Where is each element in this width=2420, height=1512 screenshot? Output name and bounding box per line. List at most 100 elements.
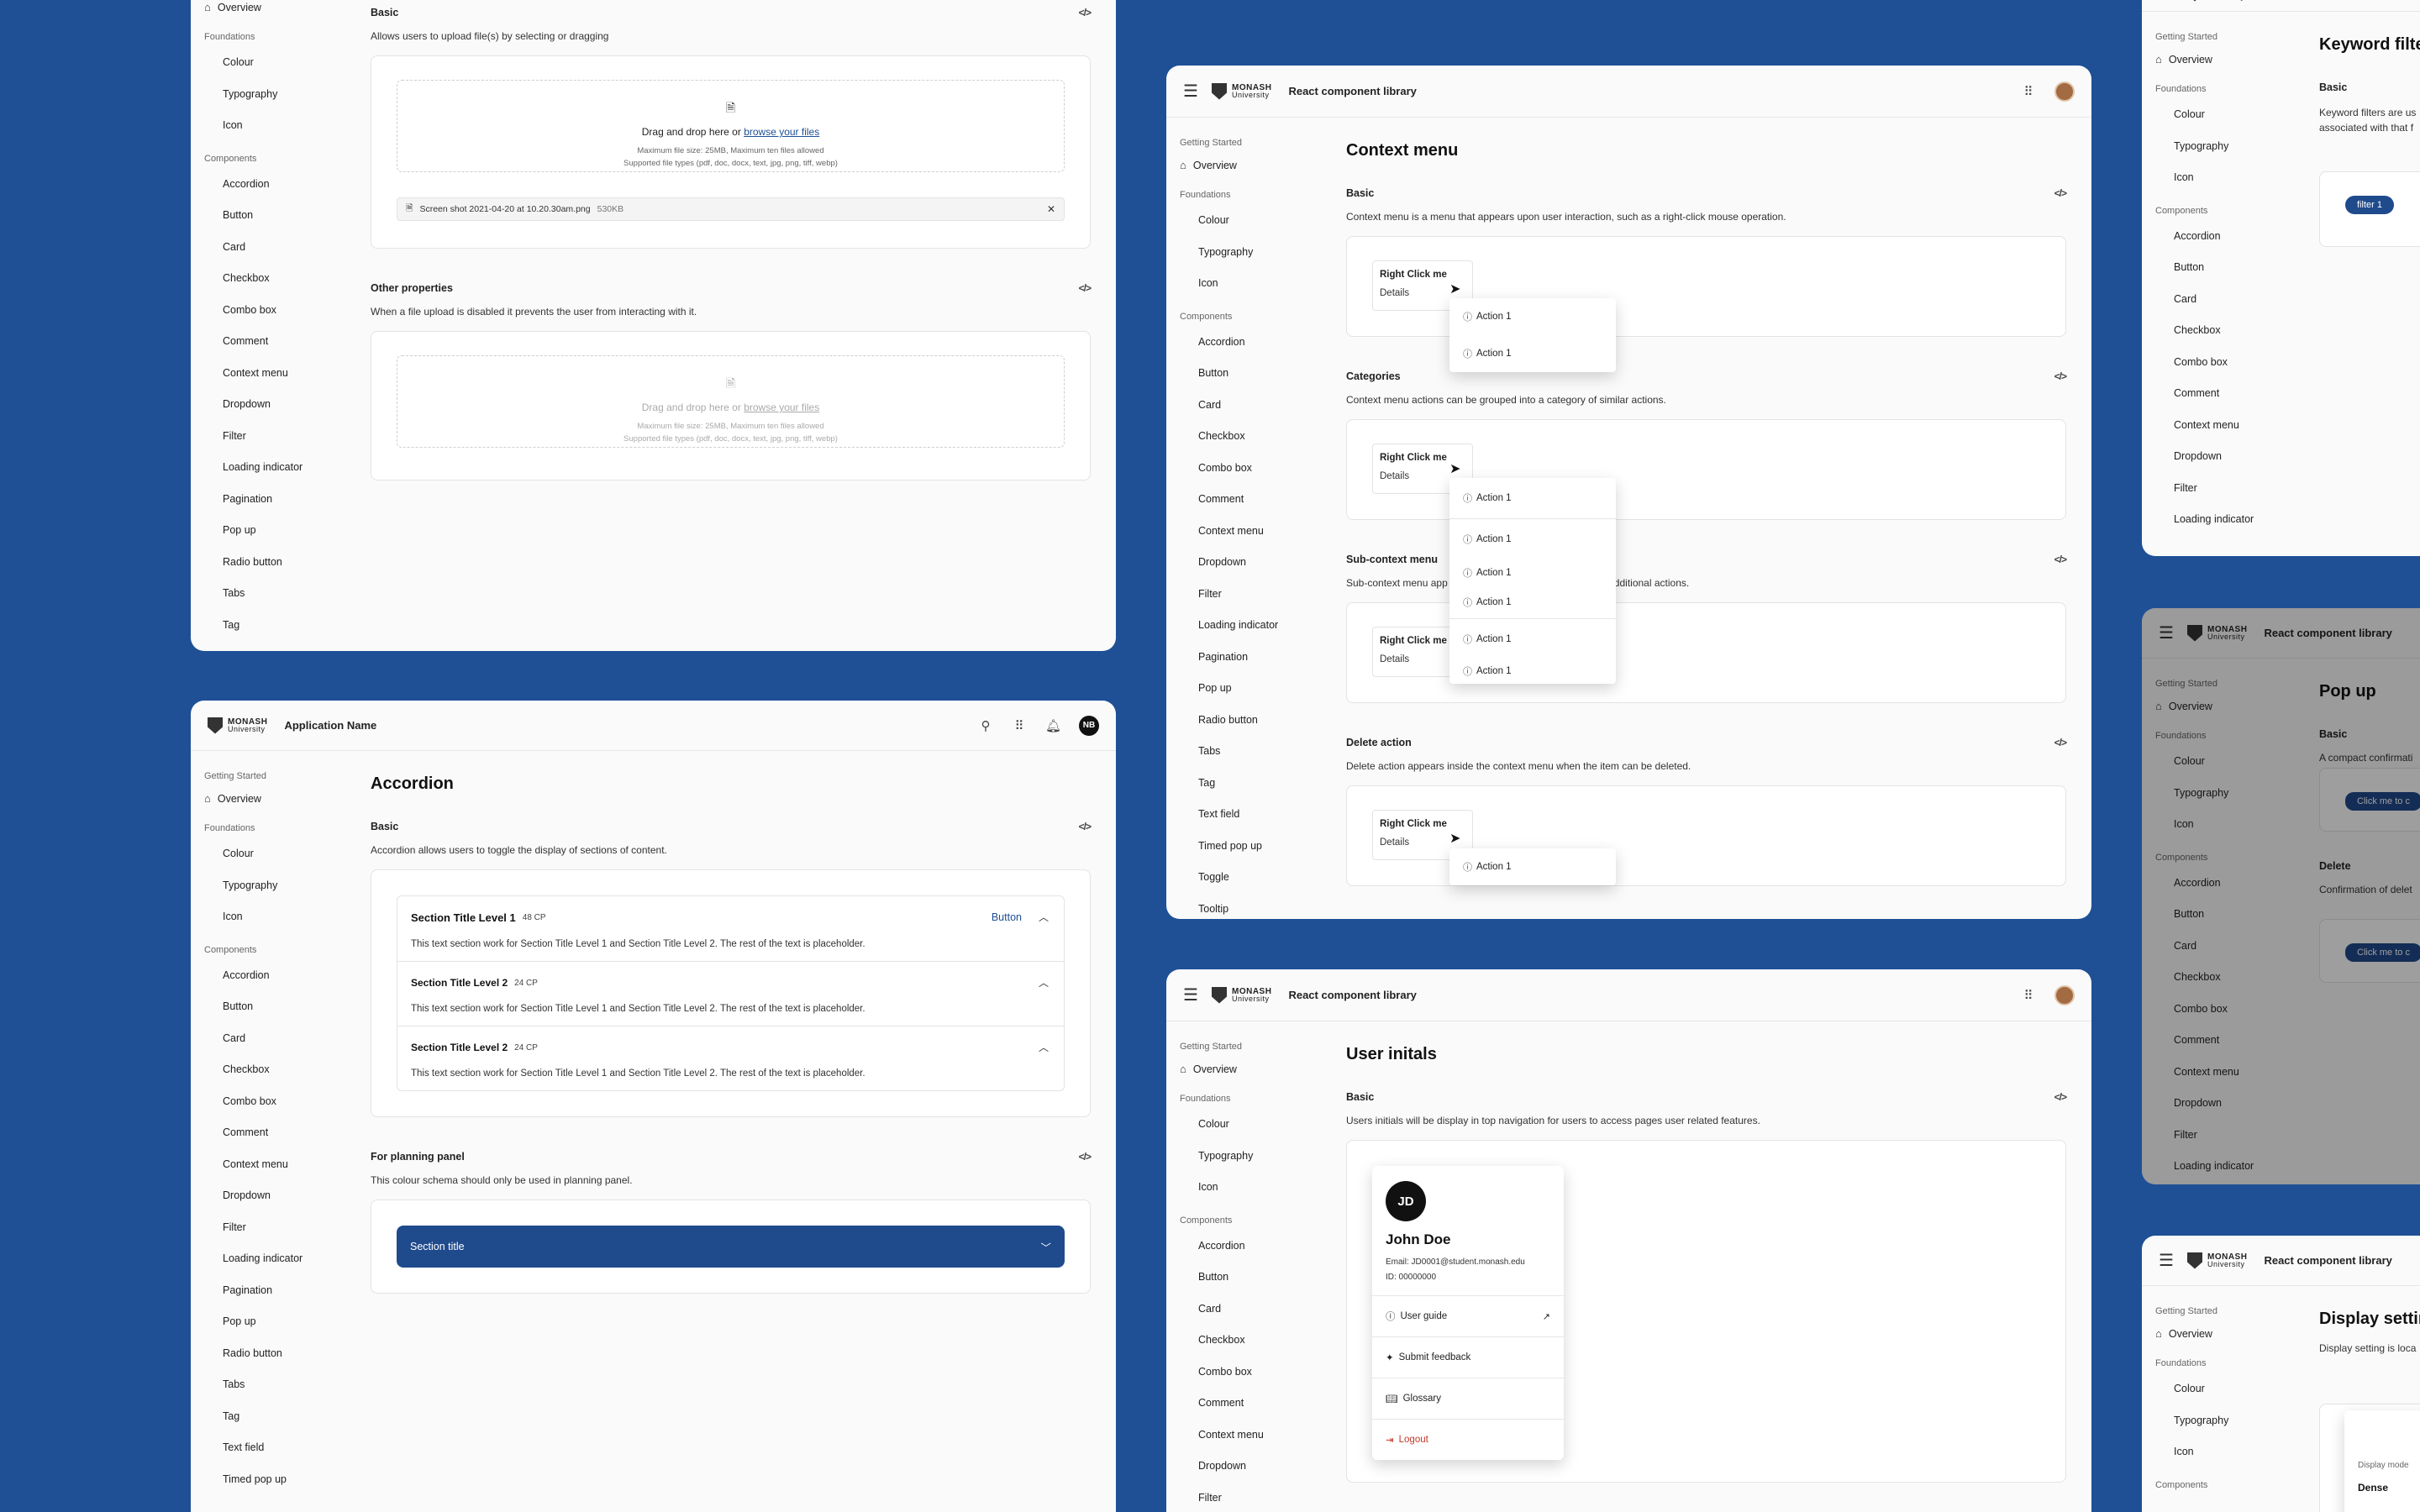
sidebar-item-comment[interactable]: Comment bbox=[204, 1117, 354, 1149]
code-icon[interactable]: </> bbox=[1079, 821, 1092, 832]
code-icon[interactable]: </> bbox=[2054, 187, 2067, 199]
sidebar-item-pagination[interactable]: Pagination bbox=[204, 484, 354, 516]
sidebar-item-accordion[interactable]: Accordion bbox=[204, 960, 354, 992]
sidebar-item-pagination[interactable]: Pagination bbox=[204, 1275, 354, 1307]
sidebar-item-checkbox[interactable]: Checkbox bbox=[204, 1054, 354, 1086]
sidebar-item-comment[interactable]: Comment bbox=[204, 326, 354, 358]
sidebar-item-accordion[interactable]: Accordion bbox=[1180, 1231, 1329, 1263]
code-icon[interactable]: </> bbox=[2054, 1091, 2067, 1103]
code-icon[interactable]: </> bbox=[1079, 7, 1092, 18]
sidebar-item-icon[interactable]: Icon bbox=[2155, 162, 2305, 194]
sidebar-item-context-menu[interactable]: Context menu bbox=[204, 1149, 354, 1181]
chevron-up-icon[interactable]: ︿ bbox=[1039, 1040, 1049, 1054]
sidebar-item-dropdown[interactable]: Dropdown bbox=[2155, 441, 2305, 473]
sidebar-item-text-field[interactable]: Text field bbox=[1180, 799, 1329, 831]
sidebar-item-filter[interactable]: Filter bbox=[204, 421, 354, 453]
sidebar-item-overview[interactable]: ⌂ Overview bbox=[2155, 694, 2305, 719]
sidebar-item-overview[interactable]: ⌂ Overview bbox=[1180, 153, 1329, 178]
apps-grid-icon[interactable]: ⠿ bbox=[2021, 988, 2036, 1003]
sidebar-item-loading-indicator[interactable]: Loading indicator bbox=[2155, 1151, 2305, 1183]
sidebar-item-loading-indicator[interactable]: Loading indicator bbox=[1180, 610, 1329, 642]
sidebar-item-icon[interactable]: Icon bbox=[2155, 1436, 2305, 1468]
sidebar-item-typography[interactable]: Typography bbox=[2155, 1405, 2305, 1437]
glossary-item[interactable]: 📖︎ Glossary bbox=[1372, 1378, 1564, 1419]
chevron-up-icon[interactable]: ︿ bbox=[1039, 975, 1049, 990]
close-icon[interactable]: ✕ bbox=[1047, 203, 1055, 215]
sidebar-item-accordion[interactable]: Accordion bbox=[2155, 868, 2305, 900]
drop-zone[interactable]: 🗎 Drag and drop here or browse your file… bbox=[397, 80, 1065, 172]
sidebar-item-checkbox[interactable]: Checkbox bbox=[1180, 1325, 1329, 1357]
sidebar-item-dropdown[interactable]: Dropdown bbox=[204, 1180, 354, 1212]
sidebar-item-context-menu[interactable]: Context menu bbox=[1180, 516, 1329, 548]
bell-icon[interactable]: 🔔︎ bbox=[1045, 718, 1061, 733]
sidebar-item-loading-indicator[interactable]: Loading indicator bbox=[2155, 504, 2305, 536]
hamburger-icon[interactable]: ☰ bbox=[1183, 984, 1200, 1005]
sidebar-item-combo-box[interactable]: Combo box bbox=[2155, 994, 2305, 1026]
sidebar-item-typography[interactable]: Typography bbox=[2155, 778, 2305, 810]
sidebar-item-toggle[interactable]: Toggle bbox=[1180, 862, 1329, 894]
sidebar-item-tag[interactable]: Tag bbox=[204, 1401, 354, 1433]
avatar[interactable] bbox=[2054, 81, 2075, 102]
sidebar-item-accordion[interactable]: Accordion bbox=[204, 169, 354, 201]
sidebar-item-checkbox[interactable]: Checkbox bbox=[204, 263, 354, 295]
sidebar-item-timed-pop-up[interactable]: Timed pop up bbox=[1180, 831, 1329, 863]
accordion-item[interactable]: Section Title Level 1 48 CP Button ︿ This … bbox=[397, 896, 1064, 962]
sidebar-item-checkbox[interactable]: Checkbox bbox=[2155, 315, 2305, 347]
sidebar-item-colour[interactable]: Colour bbox=[1180, 205, 1329, 237]
popup-button[interactable]: Click me to c bbox=[2345, 792, 2420, 811]
sidebar-item-checkbox[interactable]: Checkbox bbox=[1180, 421, 1329, 453]
sidebar-item-timed-pop-up[interactable]: Timed pop up bbox=[204, 1464, 354, 1496]
sidebar-item-overview[interactable]: ⌂ Overview bbox=[2155, 1321, 2305, 1347]
sidebar-item-accordion[interactable]: Accordion bbox=[1180, 327, 1329, 359]
context-menu-item[interactable]: ⓘ Action 1 bbox=[1449, 618, 1616, 659]
sidebar-item-radio-button[interactable]: Radio button bbox=[204, 547, 354, 579]
sidebar-item-radio-button[interactable]: Radio button bbox=[1180, 705, 1329, 737]
sidebar-item-comment[interactable]: Comment bbox=[1180, 484, 1329, 516]
sidebar-item-filter[interactable]: Filter bbox=[2155, 1120, 2305, 1152]
hamburger-icon[interactable]: ☰ bbox=[2159, 0, 2175, 3]
search-icon[interactable]: ⚲ bbox=[978, 718, 993, 733]
sidebar-item-button[interactable]: Button bbox=[2155, 252, 2305, 284]
context-menu-item[interactable]: ⓘ Action 1 bbox=[1449, 298, 1616, 335]
code-icon[interactable]: </> bbox=[1079, 282, 1092, 294]
sidebar-item-card[interactable]: Card bbox=[2155, 931, 2305, 963]
sidebar-item-comment[interactable]: Comment bbox=[2155, 1025, 2305, 1057]
sidebar-item-overview[interactable]: ⌂ Overview bbox=[1180, 1057, 1329, 1082]
sidebar-item-typography[interactable]: Typography bbox=[1180, 1141, 1329, 1173]
sidebar-item-card[interactable]: Card bbox=[1180, 390, 1329, 422]
context-menu-item[interactable]: ⓘ Action 1 bbox=[1449, 335, 1616, 372]
sidebar-item-dropdown[interactable]: Dropdown bbox=[2155, 1088, 2305, 1120]
sidebar-item-dropdown[interactable]: Dropdown bbox=[204, 389, 354, 421]
sidebar-item-context-menu[interactable]: Context menu bbox=[1180, 1420, 1329, 1452]
hamburger-icon[interactable]: ☰ bbox=[2159, 1250, 2175, 1271]
accordion-item[interactable]: Section Title Level 2 24 CP ︿ This text s… bbox=[397, 1026, 1064, 1090]
sidebar-item-context-menu[interactable]: Context menu bbox=[2155, 1057, 2305, 1089]
sidebar-item-button[interactable]: Button bbox=[1180, 1262, 1329, 1294]
sidebar-item-icon[interactable]: Icon bbox=[204, 110, 354, 142]
accordion-item[interactable]: Section Title Level 2 24 CP ︿ This text s… bbox=[397, 962, 1064, 1026]
sidebar-item-card[interactable]: Card bbox=[1180, 1294, 1329, 1326]
popup-delete-button[interactable]: Click me to c bbox=[2345, 943, 2420, 962]
sidebar-item-combo-box[interactable]: Combo box bbox=[1180, 1357, 1329, 1389]
sidebar-item-pop-up[interactable]: Pop up bbox=[204, 515, 354, 547]
planning-accordion-bar[interactable]: Section title ﹀ bbox=[397, 1226, 1065, 1268]
sidebar-item-typography[interactable]: Typography bbox=[204, 870, 354, 902]
sidebar-item-overview[interactable]: ⌂ Overview bbox=[204, 0, 354, 20]
sidebar-item-card[interactable]: Card bbox=[204, 1023, 354, 1055]
sidebar-item-loading-indicator[interactable]: Loading indicator bbox=[204, 1243, 354, 1275]
sidebar-item-text-field[interactable]: Text field bbox=[204, 1432, 354, 1464]
sidebar-item-combo-box[interactable]: Combo box bbox=[204, 1086, 354, 1118]
sidebar-item-filter[interactable]: Filter bbox=[204, 1212, 354, 1244]
code-icon[interactable]: </> bbox=[1079, 1151, 1092, 1163]
filter-chip[interactable]: filter 1 bbox=[2345, 196, 2394, 214]
sidebar-item-overview[interactable]: ⌂ Overview bbox=[204, 786, 354, 811]
sidebar-item-checkbox[interactable]: Checkbox bbox=[2155, 962, 2305, 994]
sidebar-item-filter[interactable]: Filter bbox=[1180, 579, 1329, 611]
sidebar-item-tabs[interactable]: Tabs bbox=[204, 1369, 354, 1401]
sidebar-item-typography[interactable]: Typography bbox=[2155, 131, 2305, 163]
sidebar-item-comment[interactable]: Comment bbox=[1180, 1388, 1329, 1420]
context-menu-item[interactable]: ⓘ Action 1 bbox=[1449, 518, 1616, 559]
sidebar-item-comment[interactable]: Comment bbox=[2155, 378, 2305, 410]
accordion-item-button[interactable]: Button bbox=[992, 911, 1022, 923]
sidebar-item-combo-box[interactable]: Combo box bbox=[2155, 347, 2305, 379]
